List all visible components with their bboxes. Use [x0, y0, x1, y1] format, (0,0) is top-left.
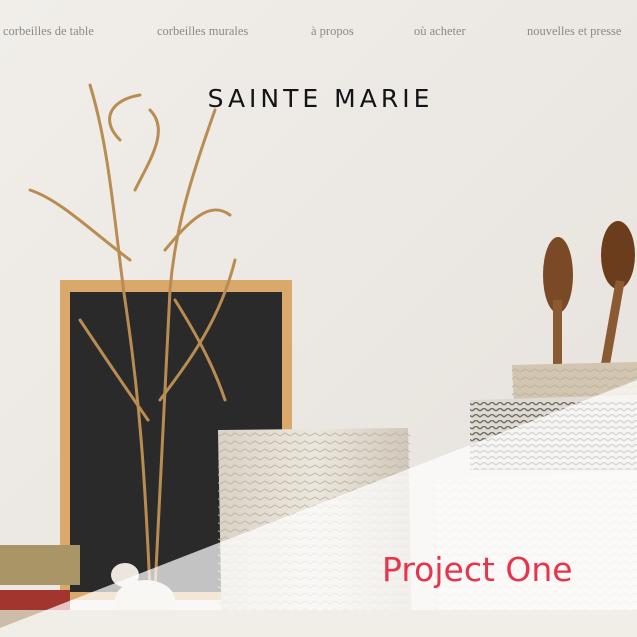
overlay-triangle	[0, 380, 637, 637]
project-title[interactable]: Project One	[382, 550, 573, 589]
project-overlay[interactable]	[0, 0, 637, 637]
